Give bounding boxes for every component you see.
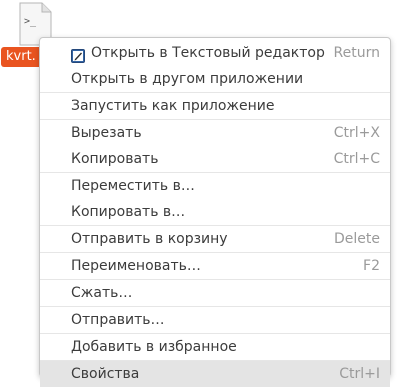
menu-item-move-to-trash[interactable]: Отправить в корзину Delete [40, 226, 390, 253]
menu-item-label: Отправить… [71, 312, 165, 328]
menu-item-label: Открыть в Текстовый редактор [91, 45, 325, 61]
menu-item-label: Сжать… [71, 285, 133, 301]
menu-item-send-to[interactable]: Отправить… [40, 307, 390, 334]
menu-item-cut[interactable]: Вырезать Ctrl+X [40, 120, 390, 146]
menu-item-copy-to[interactable]: Копировать в… [40, 199, 390, 226]
text-editor-icon [71, 46, 85, 63]
menu-item-label: Открыть в другом приложении [71, 71, 304, 87]
menu-item-label: Отправить в корзину [71, 231, 228, 247]
menu-item-label: Свойства [71, 366, 140, 382]
menu-item-label: Копировать в… [71, 204, 186, 220]
menu-item-label: Вырезать [71, 125, 142, 141]
menu-item-properties[interactable]: Свойства Ctrl+I [40, 361, 390, 387]
menu-item-compress[interactable]: Сжать… [40, 280, 390, 307]
menu-item-label: Копировать [71, 151, 159, 167]
menu-item-open-other-app[interactable]: Открыть в другом приложении [40, 66, 390, 93]
menu-item-rename[interactable]: Переименовать… F2 [40, 253, 390, 280]
file-name-label[interactable]: kvrt. [1, 47, 42, 67]
menu-item-open-text-editor[interactable]: Открыть в Текстовый редактор Return [40, 40, 390, 66]
menu-item-move-to[interactable]: Переместить в… [40, 173, 390, 199]
menu-item-label: Запустить как приложение [71, 98, 275, 114]
menu-item-shortcut: F2 [363, 258, 380, 274]
menu-item-label: Добавить в избранное [71, 339, 237, 355]
menu-item-shortcut: Delete [334, 231, 380, 247]
context-menu: Открыть в Текстовый редактор Return Откр… [39, 37, 391, 387]
menu-item-label: Переименовать… [71, 258, 201, 274]
menu-item-copy[interactable]: Копировать Ctrl+C [40, 146, 390, 173]
menu-item-run-as-program[interactable]: Запустить как приложение [40, 93, 390, 120]
file-icon-glyph: >_ [24, 16, 37, 27]
menu-item-label: Переместить в… [71, 178, 195, 194]
menu-item-add-to-favorites[interactable]: Добавить в избранное [40, 334, 390, 361]
menu-item-shortcut: Return [333, 45, 380, 61]
menu-item-shortcut: Ctrl+X [333, 125, 380, 141]
menu-item-shortcut: Ctrl+I [339, 366, 380, 382]
menu-item-shortcut: Ctrl+C [333, 151, 380, 167]
